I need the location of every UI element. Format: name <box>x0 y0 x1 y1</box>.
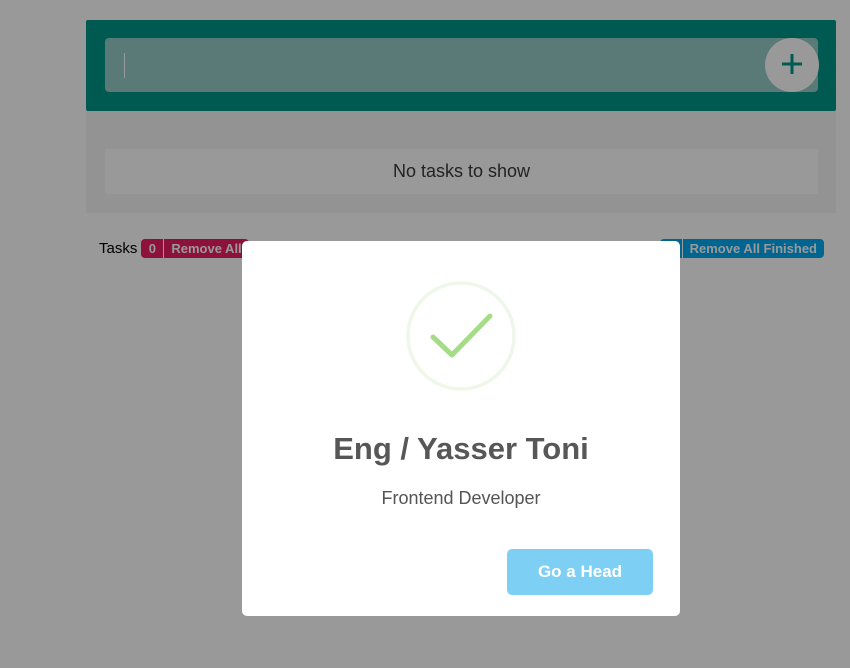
confirm-button[interactable]: Go a Head <box>507 549 653 595</box>
page: No tasks to show Tasks 0 Remove All Remo… <box>0 0 850 668</box>
modal-text: Frontend Developer <box>381 488 541 508</box>
success-check-icon <box>406 281 516 391</box>
modal-title: Eng / Yasser Toni <box>333 431 589 466</box>
alert-modal: Eng / Yasser Toni Frontend Developer Go … <box>242 241 680 616</box>
